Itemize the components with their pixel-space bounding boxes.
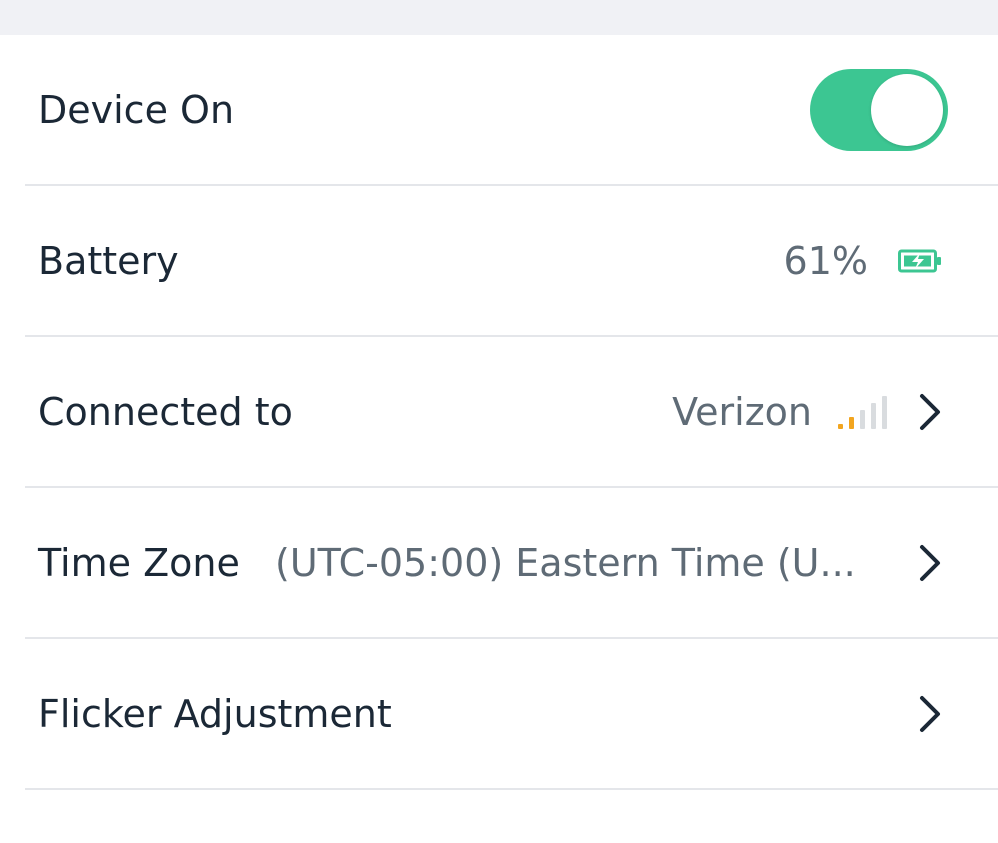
battery-charging-icon	[898, 249, 941, 272]
row-flicker-adjustment[interactable]: Flicker Adjustment	[25, 639, 998, 790]
toggle-knob	[871, 73, 943, 146]
chevron-right-icon	[920, 393, 940, 430]
chevron-right-icon	[920, 695, 940, 732]
row-connected-to[interactable]: Connected to Verizon	[25, 337, 998, 488]
row-battery: Battery 61%	[25, 186, 998, 337]
carrier-value: Verizon	[672, 389, 812, 434]
signal-strength-icon	[838, 395, 887, 429]
time-zone-value: (UTC-05:00) Eastern Time (U...	[275, 540, 856, 585]
row-time-zone[interactable]: Time Zone (UTC-05:00) Eastern Time (U...	[25, 488, 998, 639]
connected-to-label: Connected to	[38, 389, 293, 434]
row-device-on: Device On	[25, 35, 998, 186]
chevron-right-icon	[920, 544, 940, 581]
flicker-adjustment-label: Flicker Adjustment	[38, 691, 392, 736]
device-on-label: Device On	[38, 87, 235, 132]
device-on-toggle[interactable]	[810, 68, 948, 151]
battery-value: 61%	[783, 238, 868, 283]
settings-list: Device On Battery 61% Connected to Veriz…	[0, 35, 998, 790]
battery-label: Battery	[38, 238, 179, 283]
time-zone-label: Time Zone	[38, 540, 240, 585]
top-band	[0, 0, 998, 35]
